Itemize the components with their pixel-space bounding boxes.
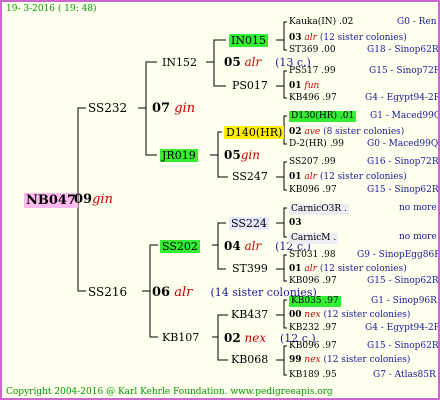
gen2-ss202[interactable]: SS202 [160,240,200,253]
root-year: 09gin [74,192,113,207]
gen3-ps017[interactable]: PS017 [232,80,268,91]
g4-line-19-origin: G1 - Sinop96R [371,296,437,306]
g4-line-01-origin: G0 - Ren [397,17,437,27]
gen3-kb068[interactable]: KB068 [231,354,268,365]
g4-line-16-origin: G9 - SinopEgg86R [357,250,440,260]
g4-line-01[interactable]: Kauka(IN) .02 [289,18,353,27]
root-bee-name[interactable]: NB047 [24,193,79,208]
gen3-row2-year: 05gin [224,148,260,162]
gen3-d140hr[interactable]: D140(HR) [224,126,285,139]
g4-line-07-origin: G1 - Maced99Q [370,111,440,121]
g4-line-04-origin: G15 - Sinop72R [369,66,440,76]
g4-line-15-origin: no more [399,232,437,242]
g4-line-08: 02 ave (8 sister colonies) [289,127,405,137]
copyright-footer: Copyright 2004-2016 @ Karl Kehrle Founda… [6,387,333,397]
g4-line-18[interactable]: KB096 .97 [289,277,337,286]
g4-line-11: 01 alr (12 sister colonies) [289,172,407,182]
g4-line-13-origin: no more [399,203,437,213]
gen3-ss224[interactable]: SS224 [229,217,269,230]
g4-line-05: 01 fun [289,81,320,91]
gen2-in152[interactable]: IN152 [162,57,197,68]
g4-line-12-origin: G15 - Sinop62R [367,185,439,195]
g4-line-21[interactable]: KB232 .97 [289,324,337,333]
gen3-kb437[interactable]: KB437 [231,309,268,320]
g4-line-22-origin: G15 - Sinop62R [367,341,439,351]
dam-name[interactable]: SS232 [88,102,127,114]
gen2-kb107[interactable]: KB107 [162,332,199,343]
g4-line-20: 00 nex (12 sister colonies) [289,310,411,320]
g4-line-23: 99 nex (12 sister colonies) [289,355,411,365]
pedigree-panel: 19- 3-2016 ( 19: 48) NB047 09gin SS232 S… [0,0,440,400]
g4-line-24-origin: G7 - Atlas85R [373,370,436,380]
gen3-ss247[interactable]: SS247 [232,171,268,182]
g4-line-18-origin: G15 - Sinop62R [367,276,439,286]
date-header: 19- 3-2016 ( 19: 48) [6,4,97,14]
g4-line-16[interactable]: ST031 .98 [289,251,336,260]
g4-line-22[interactable]: KB096 .97 [289,342,337,351]
gen2-jr019[interactable]: JR019 [160,149,198,162]
g4-line-14: 03 [289,218,302,228]
g4-line-21-origin: G4 - Egypt94-2R [365,323,440,333]
g4-line-09-origin: G0 - Maced99Q [367,139,439,149]
g4-line-03-origin: G18 - Sinop62R [367,45,439,55]
g4-line-10-origin: G16 - Sinop72R [367,157,439,167]
gen3-in015[interactable]: IN015 [229,34,268,47]
gen3-st399[interactable]: ST399 [232,263,268,274]
g4-line-15[interactable]: CarnicM . [289,233,339,244]
g4-line-06[interactable]: KB496 .97 [289,94,337,103]
g4-line-17: 01 alr (12 sister colonies) [289,264,407,274]
g4-line-24[interactable]: KB189 .95 [289,371,337,380]
g4-line-07[interactable]: D130(HR) .01 [289,111,357,122]
g4-line-06-origin: G4 - Egypt94-2R [365,93,440,103]
g4-line-04[interactable]: PS517 .99 [289,67,336,76]
g4-line-02: 03 alr (12 sister colonies) [289,33,407,43]
g4-line-03[interactable]: ST369 .00 [289,46,336,55]
gen2-upper-year: 07 gin [152,101,196,116]
g4-line-10[interactable]: SS207 .99 [289,158,336,167]
sire-name[interactable]: SS216 [88,286,127,298]
g4-line-19[interactable]: KB035 .97 [289,296,341,307]
g4-line-09[interactable]: D-2(HR) .99 [289,140,344,149]
g4-line-13[interactable]: CarnicO3R . [289,204,349,215]
g4-line-12[interactable]: KB096 .97 [289,186,337,195]
